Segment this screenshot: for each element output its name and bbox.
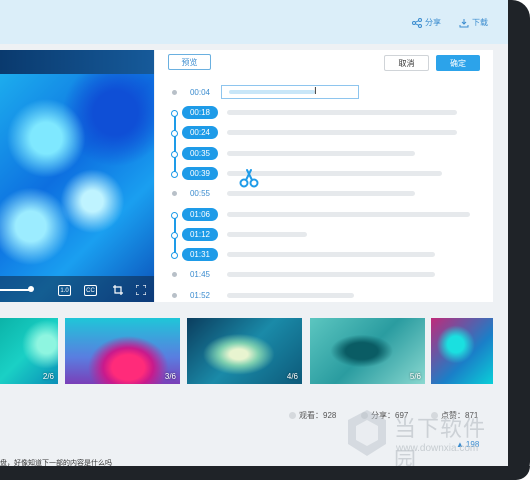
thumbnail-badge: 5/6	[409, 372, 421, 381]
segment-time[interactable]: 00:24	[182, 126, 218, 139]
eye-icon	[289, 412, 296, 419]
thumbnail[interactable]	[431, 318, 493, 384]
watermark-url: www.downxia.com	[396, 443, 479, 454]
thumbnail[interactable]: 4/6	[187, 318, 302, 384]
segment-selected-marker[interactable]	[171, 232, 178, 239]
views-label: 观看：928	[299, 411, 337, 420]
cancel-button[interactable]: 取消	[384, 55, 429, 71]
confirm-button[interactable]: 确定	[436, 55, 480, 71]
share-icon	[412, 17, 422, 28]
device-frame-right	[508, 0, 530, 480]
segment-time[interactable]: 01:45	[182, 268, 218, 281]
subtitle-icon[interactable]: CC	[84, 285, 97, 296]
segment-selected-marker[interactable]	[171, 151, 178, 158]
timeline-connector	[174, 112, 176, 174]
video-player[interactable]	[0, 50, 154, 302]
segment-time[interactable]: 01:52	[182, 289, 218, 302]
device-frame-bottom	[0, 466, 530, 480]
segment-text-placeholder[interactable]	[227, 272, 435, 277]
views-stat: 观看：928	[289, 410, 336, 421]
segment-text-placeholder[interactable]	[227, 151, 415, 156]
thumbnail[interactable]: 3/6	[65, 318, 180, 384]
segment-time[interactable]: 00:18	[182, 106, 218, 119]
segment-time[interactable]: 01:31	[182, 248, 218, 261]
segment-time[interactable]: 00:39	[182, 167, 218, 180]
thumbnail[interactable]: 5/6	[310, 318, 425, 384]
segment-text-placeholder[interactable]	[227, 130, 457, 135]
segment-marker[interactable]	[172, 293, 177, 298]
segment-marker[interactable]	[172, 90, 177, 95]
segment-selected-marker[interactable]	[171, 171, 178, 178]
top-bar: 分享 下载	[0, 0, 508, 44]
segment-time[interactable]: 00:55	[182, 187, 218, 200]
segment-selected-marker[interactable]	[171, 252, 178, 259]
segment-text-placeholder[interactable]	[227, 191, 415, 196]
watermark-logo	[348, 410, 386, 456]
app-screen: 分享 下载 1.0 CC 预览 取消 确定 00:04 00:18 00:24 00:…	[0, 0, 508, 466]
segment-marker[interactable]	[172, 272, 177, 277]
segment-time[interactable]: 01:12	[182, 228, 218, 241]
quality-label: 1.0	[60, 287, 69, 294]
text-cursor-icon: I	[314, 86, 317, 97]
thumbnail-badge: 4/6	[286, 372, 298, 381]
segment-time[interactable]: 01:06	[182, 208, 218, 221]
segment-time[interactable]: 00:35	[182, 147, 218, 160]
segment-text-placeholder[interactable]	[227, 232, 307, 237]
segment-text-placeholder[interactable]	[227, 110, 457, 115]
segment-text-fill	[229, 90, 315, 94]
thumbnail[interactable]: 2/6	[0, 318, 58, 384]
download-action[interactable]: 下载	[459, 17, 488, 28]
subtitle-label: CC	[86, 287, 95, 294]
download-label: 下载	[472, 18, 488, 27]
segment-marker[interactable]	[172, 191, 177, 196]
segment-selected-marker[interactable]	[171, 110, 178, 117]
download-icon	[459, 18, 469, 27]
share-action[interactable]: 分享	[412, 17, 441, 28]
thumbnail-badge: 3/6	[164, 372, 176, 381]
video-header-overlay	[0, 50, 154, 74]
thumbnail-badge: 2/6	[42, 372, 54, 381]
progress-knob[interactable]	[28, 286, 34, 292]
segment-selected-marker[interactable]	[171, 130, 178, 137]
quality-icon[interactable]: 1.0	[58, 285, 71, 296]
segment-text-placeholder[interactable]	[227, 293, 354, 298]
segment-text-placeholder[interactable]	[227, 212, 470, 217]
segment-time[interactable]: 00:04	[182, 86, 218, 99]
segment-text-placeholder[interactable]	[227, 252, 435, 257]
share-label: 分享	[425, 18, 441, 27]
crop-icon[interactable]	[111, 283, 124, 296]
segment-selected-marker[interactable]	[171, 212, 178, 219]
scissors-icon	[239, 169, 259, 188]
preview-button[interactable]: 预览	[168, 54, 211, 70]
watermark-title: 当下软件园	[394, 416, 487, 466]
video-description: 盘，好像知道下一部的内容是什么吗	[0, 460, 112, 466]
fullscreen-icon[interactable]	[134, 283, 147, 296]
